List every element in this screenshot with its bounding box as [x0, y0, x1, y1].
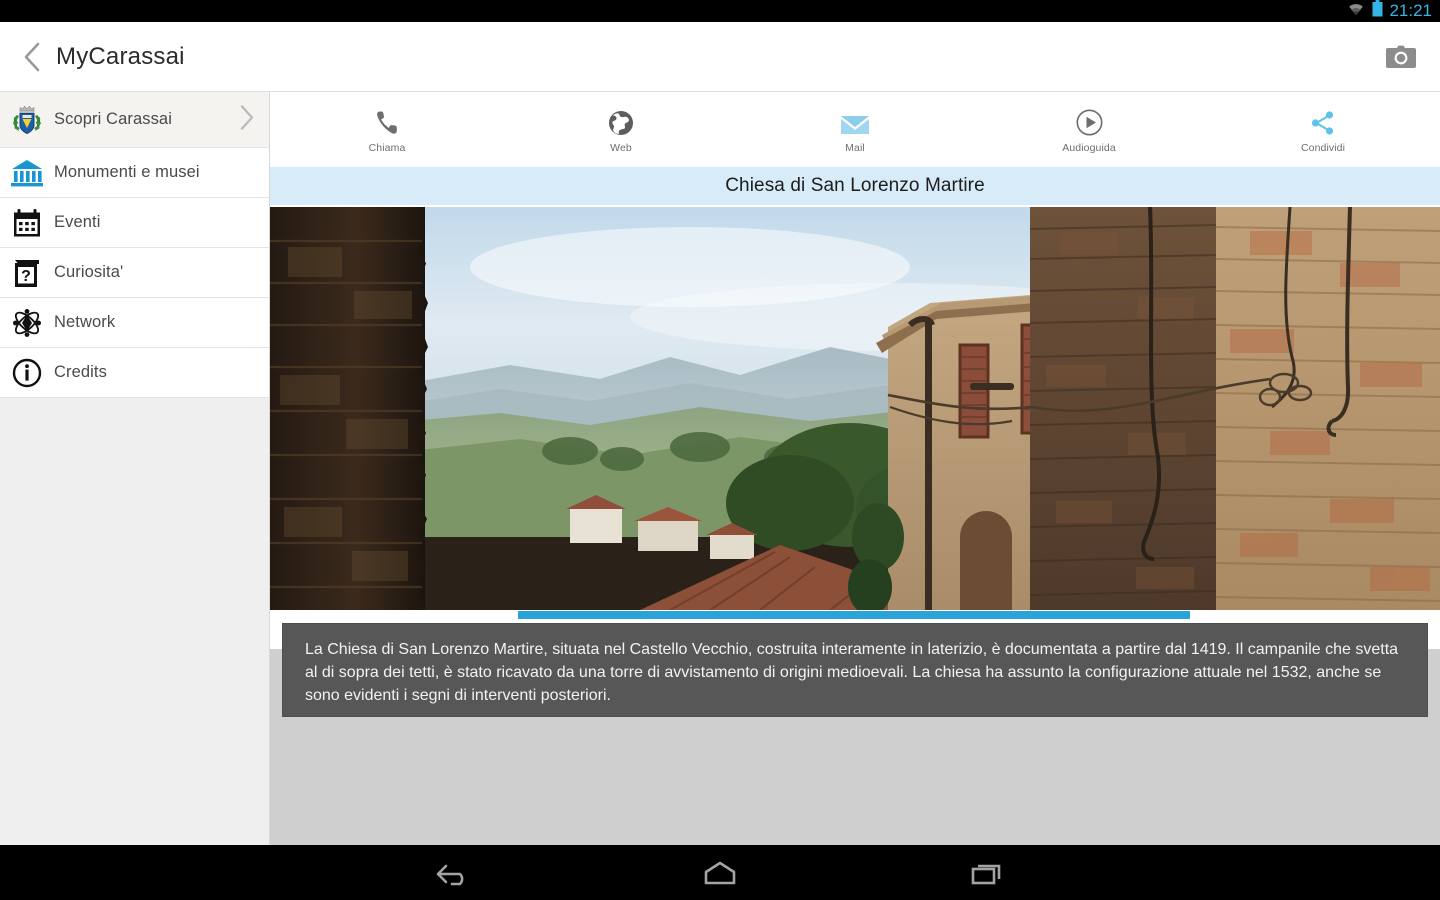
action-audioguida[interactable]: Audioguida	[972, 92, 1206, 167]
sidebar-item-eventi[interactable]: Eventi	[0, 198, 269, 248]
sidebar-item-scopri-carassai[interactable]: Scopri Carassai	[0, 92, 269, 148]
sidebar-item-curiosita[interactable]: ? Curiosita'	[0, 248, 269, 298]
app-window: MyCarassai Scopri Carassai Monumenti e m…	[0, 22, 1440, 845]
sidebar-item-network[interactable]: Network	[0, 298, 269, 348]
gallery-scroll-indicator[interactable]	[518, 611, 1190, 619]
back-arrow-icon[interactable]	[427, 853, 479, 893]
info-circle-icon	[9, 355, 45, 391]
action-label: Condividi	[1300, 141, 1346, 154]
chevron-right-icon	[239, 103, 255, 136]
place-title-band: Chiesa di San Lorenzo Martire	[270, 167, 1440, 205]
action-label: Chiama	[368, 141, 406, 154]
wifi-icon	[1346, 1, 1366, 21]
play-circle-icon	[1076, 106, 1103, 136]
app-action-bar: MyCarassai	[0, 22, 1440, 92]
calendar-icon	[9, 205, 45, 241]
sidebar-item-credits[interactable]: Credits	[0, 348, 269, 398]
action-label: Web	[610, 141, 632, 154]
question-book-icon: ?	[9, 255, 45, 291]
globe-icon	[608, 106, 634, 136]
sidebar: Scopri Carassai Monumenti e musei Eventi…	[0, 92, 270, 845]
tablet-screen: 21:21 MyCarassai Scopri Carassai Monumen…	[0, 0, 1440, 900]
action-label: Audioguida	[1062, 141, 1116, 154]
home-icon[interactable]	[694, 853, 746, 893]
action-web[interactable]: Web	[504, 92, 738, 167]
sidebar-item-label: Scopri Carassai	[54, 110, 172, 128]
svg-text:?: ?	[21, 268, 31, 285]
main-content: Chiama Web Mail Audioguida Condividi Chi…	[270, 92, 1440, 845]
sidebar-item-label: Network	[54, 313, 116, 331]
description-panel: La Chiesa di San Lorenzo Martire, situat…	[282, 623, 1428, 717]
sidebar-item-label: Curiosita'	[54, 263, 124, 281]
recents-icon[interactable]	[961, 853, 1013, 893]
action-condividi[interactable]: Condividi	[1206, 92, 1440, 167]
android-status-bar: 21:21	[0, 0, 1440, 22]
atom-network-icon	[9, 305, 45, 341]
action-mail[interactable]: Mail	[738, 92, 972, 167]
coat-of-arms-icon	[9, 102, 45, 138]
museum-icon	[9, 155, 45, 191]
sidebar-item-monumenti-e-musei[interactable]: Monumenti e musei	[0, 148, 269, 198]
status-clock: 21:21	[1389, 1, 1432, 20]
mail-icon	[840, 106, 870, 136]
action-toolbar: Chiama Web Mail Audioguida Condividi	[270, 92, 1440, 167]
camera-icon[interactable]	[1384, 43, 1418, 71]
action-label: Mail	[845, 141, 865, 154]
description-text: La Chiesa di San Lorenzo Martire, situat…	[305, 641, 1399, 704]
action-chiama[interactable]: Chiama	[270, 92, 504, 167]
sidebar-item-label: Monumenti e musei	[54, 163, 200, 181]
battery-icon	[1372, 0, 1383, 22]
sidebar-item-label: Credits	[54, 363, 107, 381]
phone-icon	[375, 106, 399, 136]
android-navigation-bar	[0, 845, 1440, 900]
place-title: Chiesa di San Lorenzo Martire	[725, 175, 985, 196]
page-title: MyCarassai	[56, 42, 185, 70]
status-icons: 21:21	[1346, 0, 1432, 22]
back-chevron-icon[interactable]	[20, 39, 44, 75]
share-icon	[1310, 106, 1336, 136]
place-photo[interactable]	[270, 207, 1440, 610]
sidebar-item-label: Eventi	[54, 213, 101, 231]
